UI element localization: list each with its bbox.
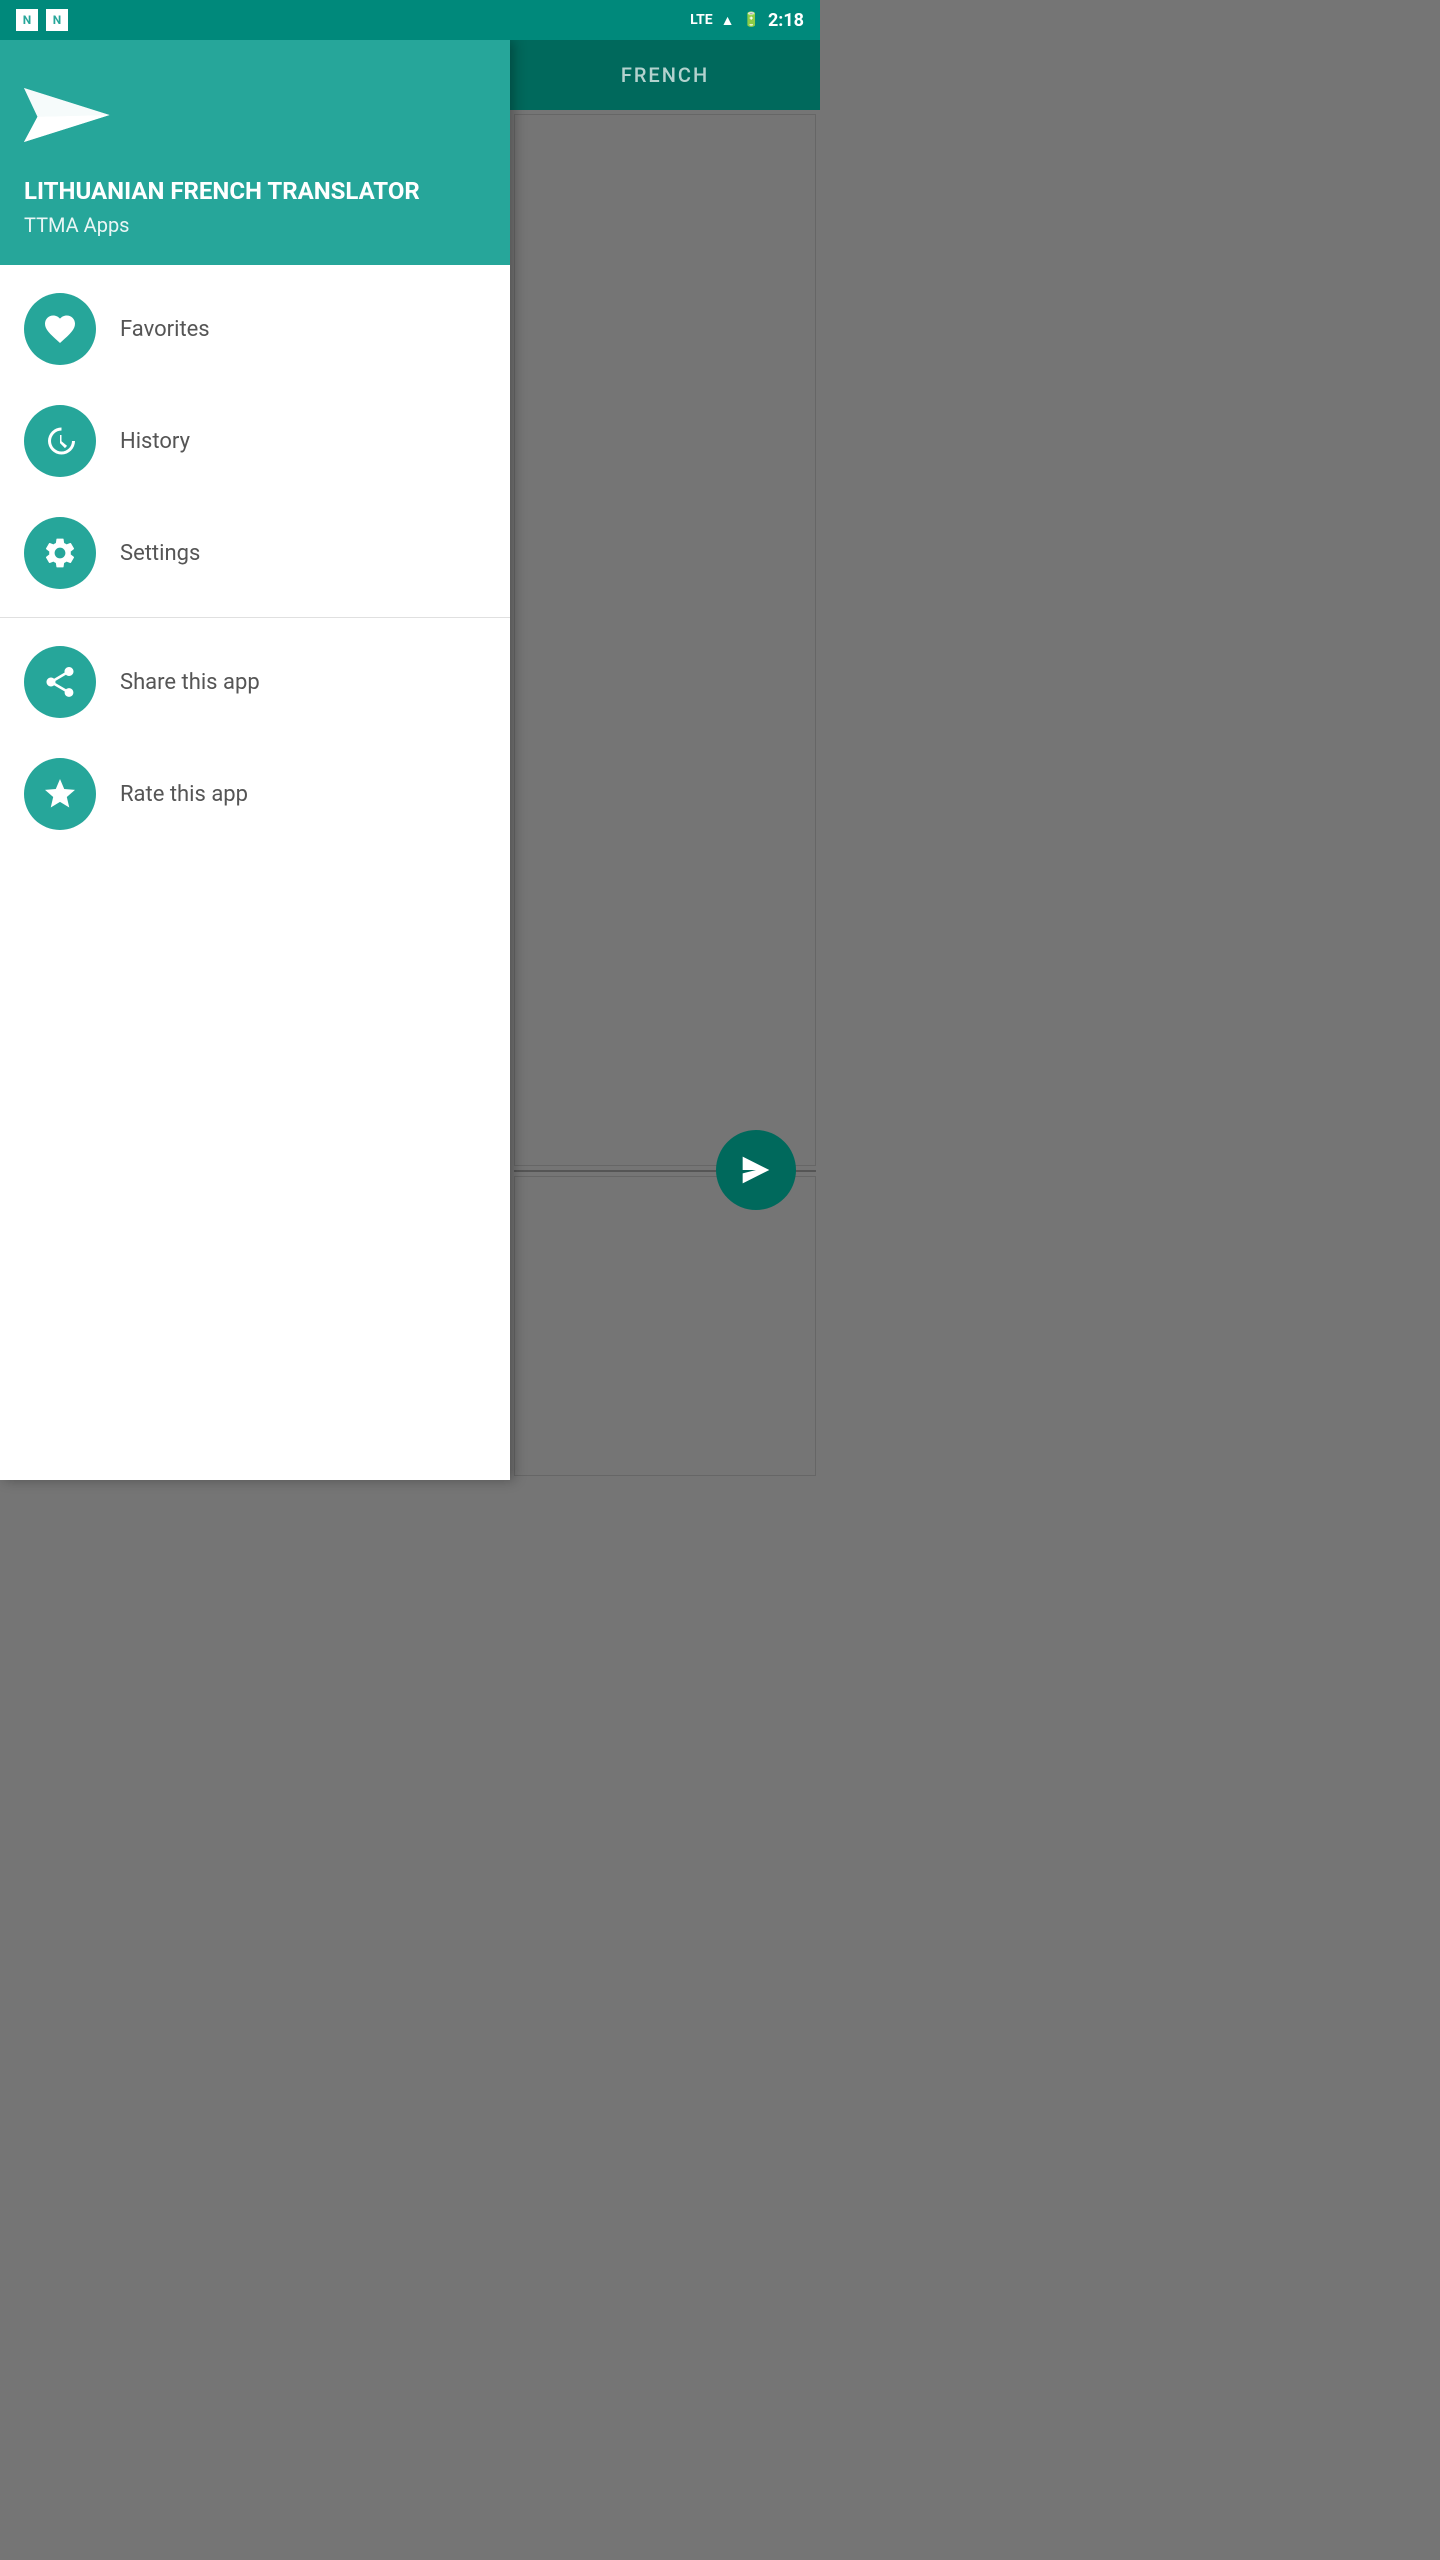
share-icon (42, 664, 78, 700)
history-label: History (120, 429, 190, 454)
send-icon (736, 1150, 776, 1190)
status-bar: N N LTE ▲ 🔋 2:18 (0, 0, 820, 40)
rate-label: Rate this app (120, 782, 248, 807)
main-content: FRENCH (510, 40, 820, 1480)
translate-button[interactable] (716, 1130, 796, 1210)
favorites-icon-circle (24, 293, 96, 365)
drawer-header: LITHUANIAN FRENCH TRANSLATOR TTMA Apps (0, 40, 510, 265)
gear-icon (42, 535, 78, 571)
logo-icon (24, 75, 114, 155)
navigation-drawer: LITHUANIAN FRENCH TRANSLATOR TTMA Apps F… (0, 40, 510, 1480)
notification-icon-2: N (46, 9, 68, 31)
content-area (510, 110, 820, 1480)
share-icon-circle (24, 646, 96, 718)
app-subtitle: TTMA Apps (24, 213, 486, 237)
toolbar: FRENCH (510, 40, 820, 110)
notification-icon-1: N (16, 9, 38, 31)
source-text-area[interactable] (514, 114, 816, 1166)
star-icon (42, 776, 78, 812)
app-logo (24, 70, 114, 160)
output-text-area (514, 1176, 816, 1476)
menu-item-history[interactable]: History (0, 385, 510, 497)
rate-icon-circle (24, 758, 96, 830)
lte-icon: LTE (690, 12, 713, 28)
status-left-icons: N N (16, 9, 68, 31)
drawer-menu: Favorites History Settings (0, 265, 510, 1480)
menu-divider (0, 617, 510, 618)
app-title: LITHUANIAN FRENCH TRANSLATOR (24, 176, 486, 207)
favorites-label: Favorites (120, 317, 210, 342)
status-right-icons: LTE ▲ 🔋 2:18 (690, 10, 804, 31)
menu-item-rate[interactable]: Rate this app (0, 738, 510, 850)
drawer-app-info: LITHUANIAN FRENCH TRANSLATOR TTMA Apps (24, 160, 486, 237)
settings-label: Settings (120, 541, 200, 566)
history-icon-circle (24, 405, 96, 477)
clock: 2:18 (768, 10, 804, 31)
heart-icon (42, 311, 78, 347)
toolbar-title: FRENCH (621, 63, 709, 87)
battery-icon: 🔋 (743, 12, 760, 28)
clock-icon (42, 423, 78, 459)
settings-icon-circle (24, 517, 96, 589)
menu-item-share[interactable]: Share this app (0, 626, 510, 738)
signal-icon: ▲ (721, 12, 735, 29)
menu-item-favorites[interactable]: Favorites (0, 273, 510, 385)
app-container: LITHUANIAN FRENCH TRANSLATOR TTMA Apps F… (0, 40, 820, 1480)
share-label: Share this app (120, 670, 260, 695)
menu-item-settings[interactable]: Settings (0, 497, 510, 609)
